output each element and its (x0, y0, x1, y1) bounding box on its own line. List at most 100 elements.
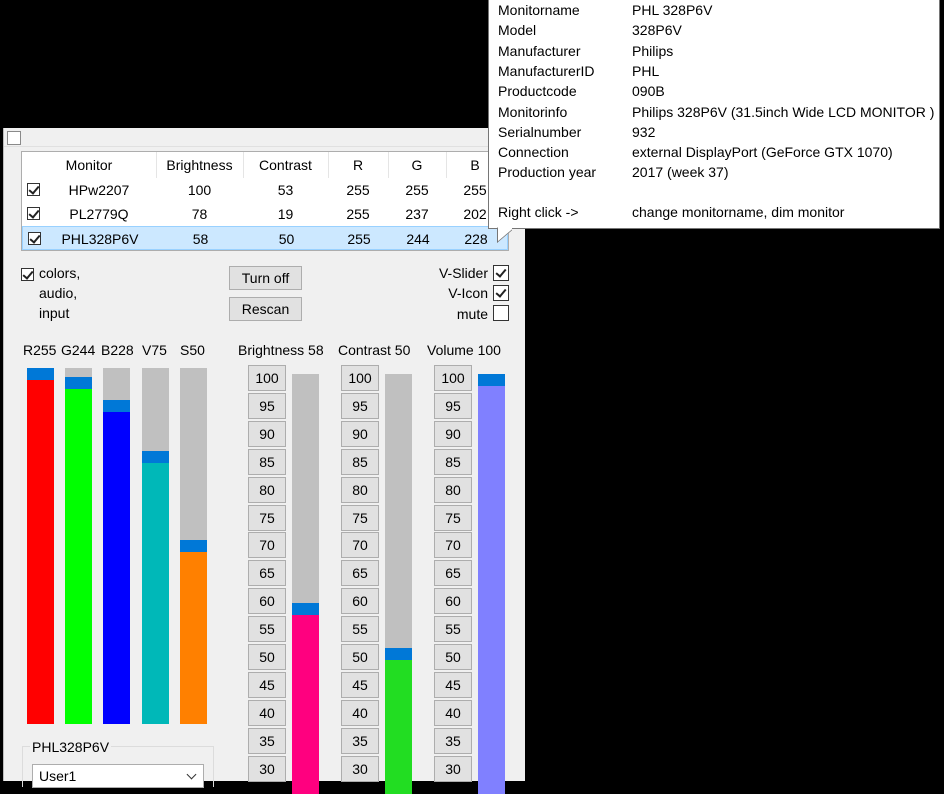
tooltip-value: 932 (632, 123, 656, 140)
scale-button-60[interactable]: 60 (248, 588, 286, 615)
scale-button-45[interactable]: 45 (434, 671, 472, 698)
mute-checkbox[interactable] (493, 305, 509, 321)
profile-select[interactable]: User1 (32, 764, 204, 788)
big-slider-label: Contrast 50 (338, 342, 411, 358)
col-header-monitor[interactable]: Monitor (22, 152, 157, 178)
table-row[interactable]: PL2779Q 78 19 255 237 202 (22, 202, 508, 226)
big-slider-label: Brightness 58 (238, 342, 324, 358)
color-slider-thumb[interactable] (27, 368, 54, 380)
row-checkbox[interactable] (27, 183, 40, 196)
scale-button-50[interactable]: 50 (341, 644, 379, 670)
vicon-checkbox[interactable] (493, 285, 509, 301)
scale-button-30[interactable]: 30 (434, 755, 472, 782)
color-slider-track[interactable] (103, 368, 130, 724)
scale-button-70[interactable]: 70 (434, 532, 472, 559)
scale-button-90[interactable]: 90 (341, 420, 379, 447)
scale-button-30[interactable]: 30 (248, 755, 286, 782)
colors-checkbox[interactable] (21, 268, 34, 281)
scale-button-35[interactable]: 35 (434, 727, 472, 754)
scale-button-85[interactable]: 85 (248, 448, 286, 475)
big-slider-thumb[interactable] (292, 603, 319, 615)
scale-button-65[interactable]: 65 (248, 560, 286, 587)
scale-button-65[interactable]: 65 (434, 560, 472, 587)
scale-button-55[interactable]: 55 (248, 616, 286, 643)
color-slider-thumb[interactable] (65, 377, 92, 389)
scale-button-55[interactable]: 55 (434, 616, 472, 643)
scale-button-40[interactable]: 40 (341, 699, 379, 726)
scale-button-50[interactable]: 50 (434, 644, 472, 670)
big-slider-track[interactable] (292, 374, 319, 794)
scale-button-75[interactable]: 75 (434, 504, 472, 531)
color-slider-track[interactable] (142, 368, 169, 724)
scale-button-65[interactable]: 65 (341, 560, 379, 587)
big-slider-thumb[interactable] (385, 648, 412, 660)
col-header-g[interactable]: G (388, 152, 447, 178)
color-slider-fill (180, 546, 207, 724)
scale-button-75[interactable]: 75 (341, 504, 379, 531)
turn-off-button[interactable]: Turn off (229, 266, 302, 290)
audio-label: audio, (39, 285, 78, 301)
big-slider-thumb[interactable] (478, 374, 505, 386)
scale-button-35[interactable]: 35 (341, 727, 379, 754)
scale-button-100[interactable]: 100 (341, 365, 379, 391)
color-slider-track[interactable] (27, 368, 54, 724)
scale-button-30[interactable]: 30 (341, 755, 379, 782)
scale-button-95[interactable]: 95 (434, 392, 472, 419)
big-slider-label: Volume 100 (427, 342, 501, 358)
scale-button-45[interactable]: 45 (248, 671, 286, 698)
color-slider-label: S50 (180, 342, 205, 358)
vslider-checkbox[interactable] (493, 265, 509, 281)
scale-button-100[interactable]: 100 (434, 365, 472, 391)
monitor-info-tooltip: Monitorname PHL 328P6V Model 328P6V Manufact… (488, 0, 940, 229)
color-slider-label: G244 (61, 342, 96, 358)
color-slider-track[interactable] (180, 368, 207, 724)
rescan-button[interactable]: Rescan (229, 297, 302, 321)
color-slider-track[interactable] (65, 368, 92, 724)
big-slider-track[interactable] (478, 374, 505, 794)
cell-monitor-name: HPw2207 (68, 182, 130, 198)
scale-button-80[interactable]: 80 (248, 476, 286, 503)
profile-select-value: User1 (39, 768, 77, 784)
col-header-r[interactable]: R (328, 152, 389, 178)
color-slider-thumb[interactable] (142, 451, 169, 463)
scale-button-90[interactable]: 90 (248, 420, 286, 447)
color-slider-fill (65, 383, 92, 724)
color-slider-fill (142, 457, 169, 724)
color-slider-thumb[interactable] (103, 400, 130, 412)
big-slider-track[interactable] (385, 374, 412, 794)
row-checkbox[interactable] (28, 232, 41, 245)
scale-button-70[interactable]: 70 (341, 532, 379, 559)
row-checkbox[interactable] (27, 207, 40, 220)
window-icon[interactable] (7, 131, 21, 145)
scale-button-90[interactable]: 90 (434, 420, 472, 447)
scale-button-80[interactable]: 80 (434, 476, 472, 503)
cell-r: 255 (346, 206, 370, 222)
scale-button-85[interactable]: 85 (341, 448, 379, 475)
scale-button-35[interactable]: 35 (248, 727, 286, 754)
scale-button-95[interactable]: 95 (248, 392, 286, 419)
scale-button-40[interactable]: 40 (248, 699, 286, 726)
col-header-brightness[interactable]: Brightness (156, 152, 244, 178)
scale-button-75[interactable]: 75 (248, 504, 286, 531)
scale-button-80[interactable]: 80 (341, 476, 379, 503)
scale-button-95[interactable]: 95 (341, 392, 379, 419)
check-icon (29, 232, 41, 244)
scale-button-85[interactable]: 85 (434, 448, 472, 475)
table-row[interactable]: PHL328P6V 58 50 255 244 228 (22, 226, 508, 250)
col-header-contrast[interactable]: Contrast (243, 152, 329, 178)
cell-brightness: 78 (191, 206, 208, 222)
scale-button-55[interactable]: 55 (341, 616, 379, 643)
scale-button-50[interactable]: 50 (248, 644, 286, 670)
scale-button-40[interactable]: 40 (434, 699, 472, 726)
scale-button-45[interactable]: 45 (341, 671, 379, 698)
scale-button-70[interactable]: 70 (248, 532, 286, 559)
monitor-table[interactable]: Monitor Brightness Contrast R G B HPw220… (21, 151, 509, 251)
color-slider-thumb[interactable] (180, 540, 207, 552)
profile-group-title: PHL328P6V (30, 739, 112, 755)
table-row[interactable]: HPw2207 100 53 255 255 255 (22, 178, 508, 202)
scale-button-60[interactable]: 60 (341, 588, 379, 615)
cell-monitor-name: PL2779Q (69, 206, 129, 222)
vslider-label: V-Slider (438, 265, 488, 281)
scale-button-60[interactable]: 60 (434, 588, 472, 615)
scale-button-100[interactable]: 100 (248, 365, 286, 391)
